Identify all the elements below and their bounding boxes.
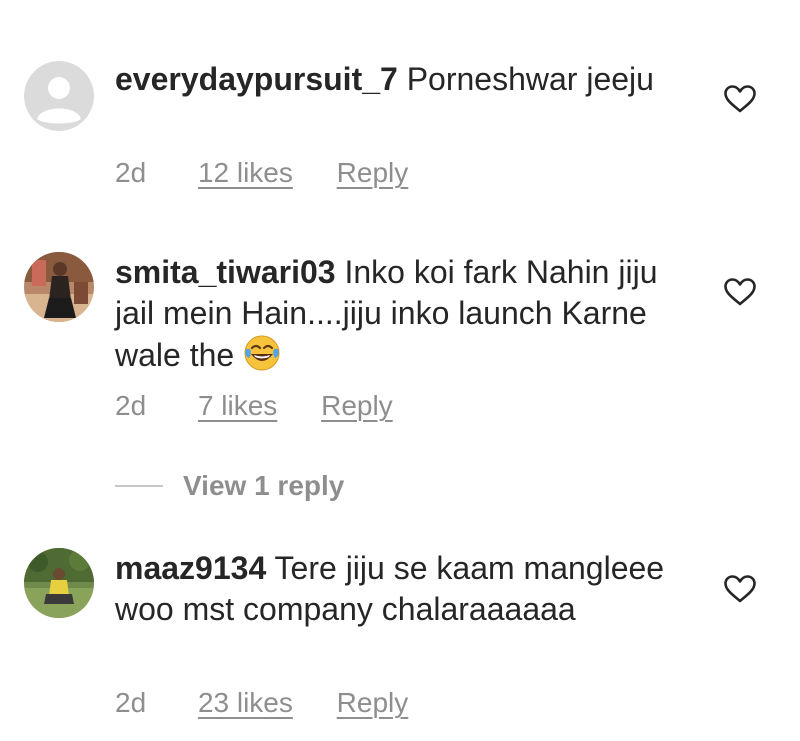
heart-outline-icon (724, 85, 756, 113)
comment-username[interactable]: smita_tiwari03 (115, 254, 336, 290)
default-avatar-icon (24, 61, 94, 131)
like-button[interactable] (723, 277, 757, 307)
comment-body: everydaypursuit_7 Porneshwar jeeju (115, 59, 675, 100)
comment-time: 2d (115, 157, 147, 188)
comment-likes-link[interactable]: 7 likes (198, 386, 277, 426)
comment-text: Porneshwar jeeju (406, 61, 654, 97)
comment-time: 2d (115, 390, 147, 421)
comment-time: 2d (115, 687, 147, 718)
comment-meta: 2d 23 likes Reply (115, 683, 408, 723)
comment-likes-link[interactable]: 12 likes (198, 153, 293, 193)
view-replies-label: View 1 reply (183, 470, 345, 501)
reply-button[interactable]: Reply (337, 683, 409, 723)
photo-avatar-icon (24, 548, 94, 618)
comment-meta: 2d 12 likes Reply (115, 153, 408, 193)
avatar[interactable] (24, 548, 94, 618)
comment-likes-link[interactable]: 23 likes (198, 683, 293, 723)
avatar[interactable] (24, 61, 94, 131)
heart-outline-icon (724, 575, 756, 603)
like-button[interactable] (723, 574, 757, 604)
comment-username[interactable]: maaz9134 (115, 550, 266, 586)
comment-meta: 2d 7 likes Reply (115, 386, 393, 426)
comment-body: maaz9134 Tere jiju se kaam mangleee woo … (115, 548, 675, 630)
reply-button[interactable]: Reply (321, 386, 393, 426)
heart-outline-icon (724, 278, 756, 306)
comment-body: smita_tiwari03 Inko koi fark Nahin jiju … (115, 252, 675, 376)
face-with-tears-of-joy-icon (243, 334, 281, 372)
view-replies-button[interactable]: View 1 reply (115, 466, 344, 506)
like-button[interactable] (723, 84, 757, 114)
divider-line (115, 485, 163, 487)
reply-button[interactable]: Reply (337, 153, 409, 193)
comment-username[interactable]: everydaypursuit_7 (115, 61, 398, 97)
avatar[interactable] (24, 252, 94, 322)
photo-avatar-icon (24, 252, 94, 322)
